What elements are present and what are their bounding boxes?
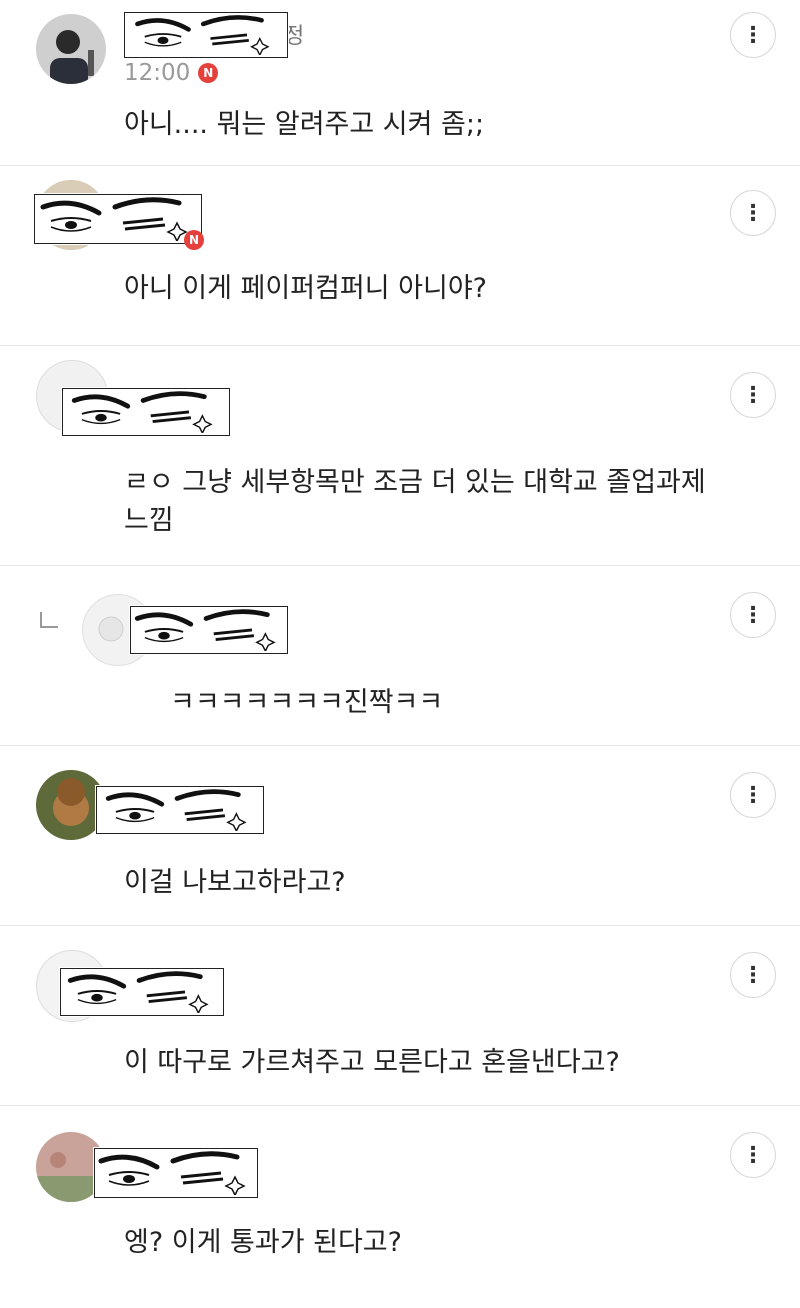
new-badge: N (198, 63, 219, 83)
censor-overlay (94, 1148, 258, 1198)
more-options-button[interactable]: ⋮ (730, 592, 776, 638)
more-options-button[interactable]: ⋮ (730, 952, 776, 998)
comment-item: 이 따구로 가르쳐주고 모른다고 혼을낸다고? ⋮ (0, 926, 800, 1106)
censor-overlay (96, 786, 264, 834)
comment-text: ㅋㅋㅋㅋㅋㅋㅋ진짝ㅋㅋ (170, 687, 444, 718)
comment-text: 아니.... 뭐는 알려주고 시켜 좀;; (124, 109, 485, 140)
reply-indicator-icon (40, 612, 58, 628)
comment-item: N 아니 이게 페이퍼컴퍼니 아니야? ⋮ (0, 166, 800, 346)
comment-item: 엥? 이게 통과가 된다고? ⋮ (0, 1106, 800, 1308)
more-options-button[interactable]: ⋮ (730, 1132, 776, 1178)
comment-text: 이걸 나보고하라고? (124, 867, 346, 898)
more-options-button[interactable]: ⋮ (730, 772, 776, 818)
comment-text: 이 따구로 가르쳐주고 모른다고 혼을낸다고? (124, 1047, 620, 1078)
new-badge: N (184, 230, 204, 250)
censor-overlay (124, 12, 288, 58)
comment-text: 엥? 이게 통과가 된다고? (124, 1227, 402, 1258)
user-avatar[interactable] (36, 14, 106, 84)
reply-item: ㅋㅋㅋㅋㅋㅋㅋ진짝ㅋㅋ ⋮ (0, 566, 800, 746)
comment-item: 정 12:00 N 아니.... 뭐는 알려주고 시켜 좀;; ⋮ (0, 0, 800, 166)
comment-text: 아니 이게 페이퍼컴퍼니 아니야? (124, 273, 487, 304)
more-options-button[interactable]: ⋮ (730, 190, 776, 236)
comment-text: ㄹㅇ 그냥 세부항목만 조금 더 있는 대학교 졸업과제 느낌 (124, 467, 706, 536)
comment-time: 12:00 N (124, 60, 219, 86)
censor-overlay (62, 388, 230, 436)
comment-item: ㄹㅇ 그냥 세부항목만 조금 더 있는 대학교 졸업과제 느낌 ⋮ (0, 346, 800, 566)
comment-item: 이걸 나보고하라고? ⋮ (0, 746, 800, 926)
more-options-button[interactable]: ⋮ (730, 372, 776, 418)
censor-overlay (60, 968, 224, 1016)
comment-time: N (184, 230, 204, 250)
more-options-button[interactable]: ⋮ (730, 12, 776, 58)
censor-overlay (34, 194, 202, 244)
censor-overlay (130, 606, 288, 654)
